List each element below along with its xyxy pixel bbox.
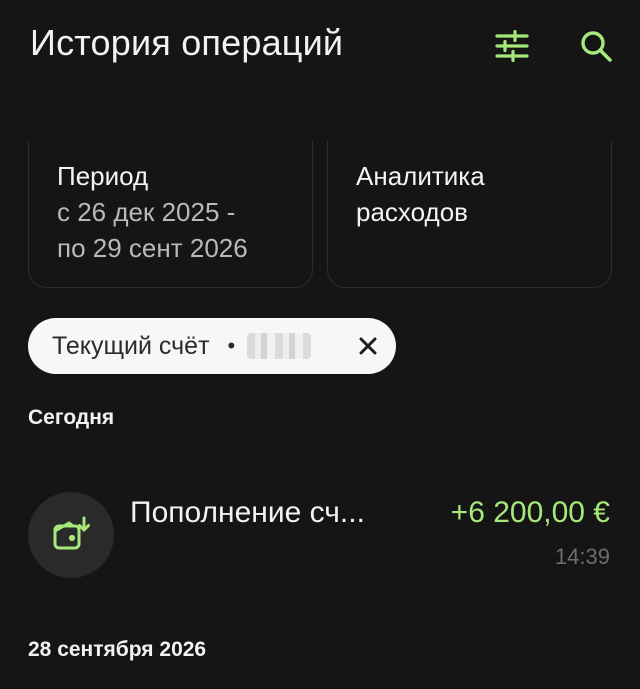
period-end: по 29 сент 2026 <box>57 233 248 263</box>
close-icon <box>359 337 377 355</box>
section-header-today: Сегодня <box>28 406 115 429</box>
period-card-title: Период <box>57 161 149 191</box>
account-filter-chip[interactable]: Текущий счёт • <box>28 318 396 374</box>
period-card[interactable]: Период с 26 дек 2025 - по 29 сент 2026 <box>28 140 313 288</box>
summary-cards: Период с 26 дек 2025 - по 29 сент 2026 А… <box>28 140 612 290</box>
filter-sliders-icon <box>495 30 529 62</box>
transaction-row[interactable]: Пополнение сч... +6 200,00 € 14:39 <box>0 484 640 584</box>
wallet-deposit-icon <box>53 516 90 550</box>
account-chip-label: Текущий счёт <box>52 331 210 360</box>
search-button[interactable] <box>576 26 616 66</box>
account-chip-separator: • <box>227 333 236 358</box>
analytics-card-title-line2: расходов <box>356 197 468 227</box>
transaction-title: Пополнение сч... <box>130 496 365 529</box>
period-start: с 26 дек 2025 - <box>57 197 236 227</box>
section-header-date: 28 сентября 2026 <box>28 638 207 661</box>
analytics-card-title-line1: Аналитика <box>356 161 485 191</box>
expense-analytics-card[interactable]: Аналитика расходов <box>327 140 612 288</box>
page-title: История операций <box>30 22 344 63</box>
masked-account-number <box>247 333 312 359</box>
search-icon <box>581 31 612 62</box>
transaction-avatar <box>28 492 114 578</box>
app-header: История операций <box>0 0 640 92</box>
transaction-amount: +6 200,00 € <box>450 496 610 529</box>
filter-button[interactable] <box>492 26 532 66</box>
chip-remove-button[interactable] <box>354 332 382 360</box>
transaction-time: 14:39 <box>554 544 610 569</box>
